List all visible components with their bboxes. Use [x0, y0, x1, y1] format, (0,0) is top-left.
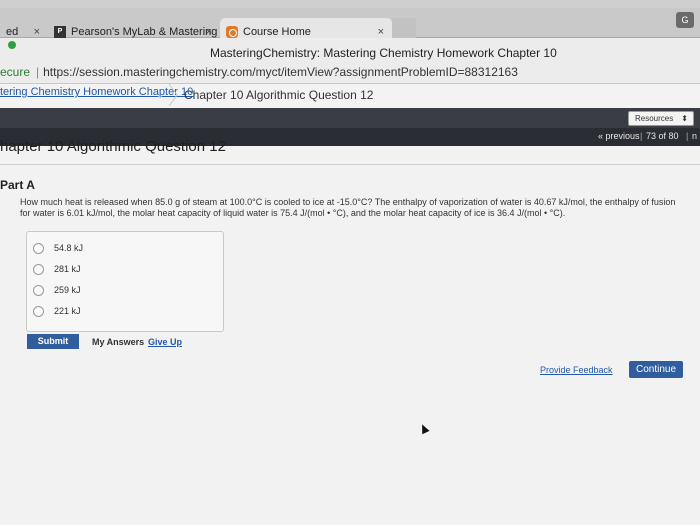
- window-titlebar: MasteringChemistry: Mastering Chemistry …: [0, 38, 700, 60]
- answer-label: 259 kJ: [54, 285, 81, 295]
- nav-divider: |: [640, 131, 643, 141]
- secure-indicator: ecure: [0, 65, 31, 79]
- close-icon[interactable]: ×: [206, 26, 212, 38]
- radio-button[interactable]: [33, 242, 44, 254]
- mastering-favicon-icon: [226, 26, 238, 38]
- divider: [0, 164, 700, 165]
- answer-option[interactable]: 259 kJ: [33, 282, 81, 298]
- mouse-cursor-icon: [418, 422, 430, 435]
- breadcrumb-current: Chapter 10 Algorithmic Question 12: [184, 88, 374, 102]
- previous-link[interactable]: « previous: [598, 131, 640, 141]
- window-zoom-icon[interactable]: [8, 41, 16, 49]
- part-label: Part A: [0, 178, 35, 192]
- toolbar-band: Resources ⬍: [0, 108, 700, 128]
- menu-bar: [0, 0, 700, 8]
- answer-options: 54.8 kJ 281 kJ 259 kJ 221 kJ: [26, 231, 224, 332]
- page-content: tering Chemistry Homework Chapter 10 Cha…: [0, 84, 700, 525]
- radio-button[interactable]: [33, 284, 44, 296]
- breadcrumb: tering Chemistry Homework Chapter 10 Cha…: [0, 84, 700, 108]
- answer-label: 221 kJ: [54, 306, 81, 316]
- breadcrumb-assignment-link[interactable]: tering Chemistry Homework Chapter 10: [0, 86, 193, 98]
- page-title: hapter 10 Algorithmic Question 12: [0, 138, 226, 155]
- provide-feedback-link[interactable]: Provide Feedback: [540, 365, 613, 375]
- url-divider: |: [36, 65, 40, 79]
- answer-option[interactable]: 281 kJ: [33, 261, 81, 277]
- close-icon[interactable]: ×: [34, 26, 40, 38]
- next-link[interactable]: n: [692, 131, 697, 141]
- my-answers-link[interactable]: My Answers: [92, 337, 144, 347]
- tab-label: Course Home: [243, 26, 311, 38]
- answer-option[interactable]: 54.8 kJ: [33, 240, 83, 256]
- question-text: How much heat is released when 85.0 g of…: [20, 197, 676, 218]
- resources-dropdown[interactable]: Resources ⬍: [628, 111, 694, 126]
- answer-option[interactable]: 221 kJ: [33, 303, 81, 319]
- resources-label: Resources: [635, 114, 674, 123]
- tab-label: ed: [6, 26, 19, 38]
- tab-label: Pearson's MyLab & Mastering: [71, 26, 218, 38]
- extension-icon[interactable]: G: [676, 12, 694, 28]
- pearson-favicon-icon: P: [54, 26, 66, 38]
- submit-button[interactable]: Submit: [27, 334, 79, 349]
- window-title: MasteringChemistry: Mastering Chemistry …: [210, 46, 557, 60]
- breadcrumb-chevron-icon: [168, 84, 178, 106]
- item-counter: 73 of 80: [646, 131, 679, 141]
- tab-strip: ed × P Pearson's MyLab & Mastering × Cou…: [0, 8, 700, 46]
- updown-arrow-icon: ⬍: [681, 114, 688, 123]
- close-icon[interactable]: ×: [378, 26, 384, 38]
- answer-label: 281 kJ: [54, 264, 81, 274]
- answer-label: 54.8 kJ: [54, 243, 84, 253]
- url-text[interactable]: | https://session.masteringchemistry.com/…: [36, 65, 518, 79]
- radio-button[interactable]: [33, 305, 44, 317]
- continue-button[interactable]: Continue: [629, 361, 683, 378]
- address-bar[interactable]: ecure | https://session.masteringchemistr…: [0, 60, 700, 84]
- nav-divider: |: [686, 131, 689, 141]
- url-value: https://session.masteringchemistry.com/m…: [43, 65, 518, 79]
- give-up-link[interactable]: Give Up: [148, 337, 182, 347]
- radio-button[interactable]: [33, 263, 44, 275]
